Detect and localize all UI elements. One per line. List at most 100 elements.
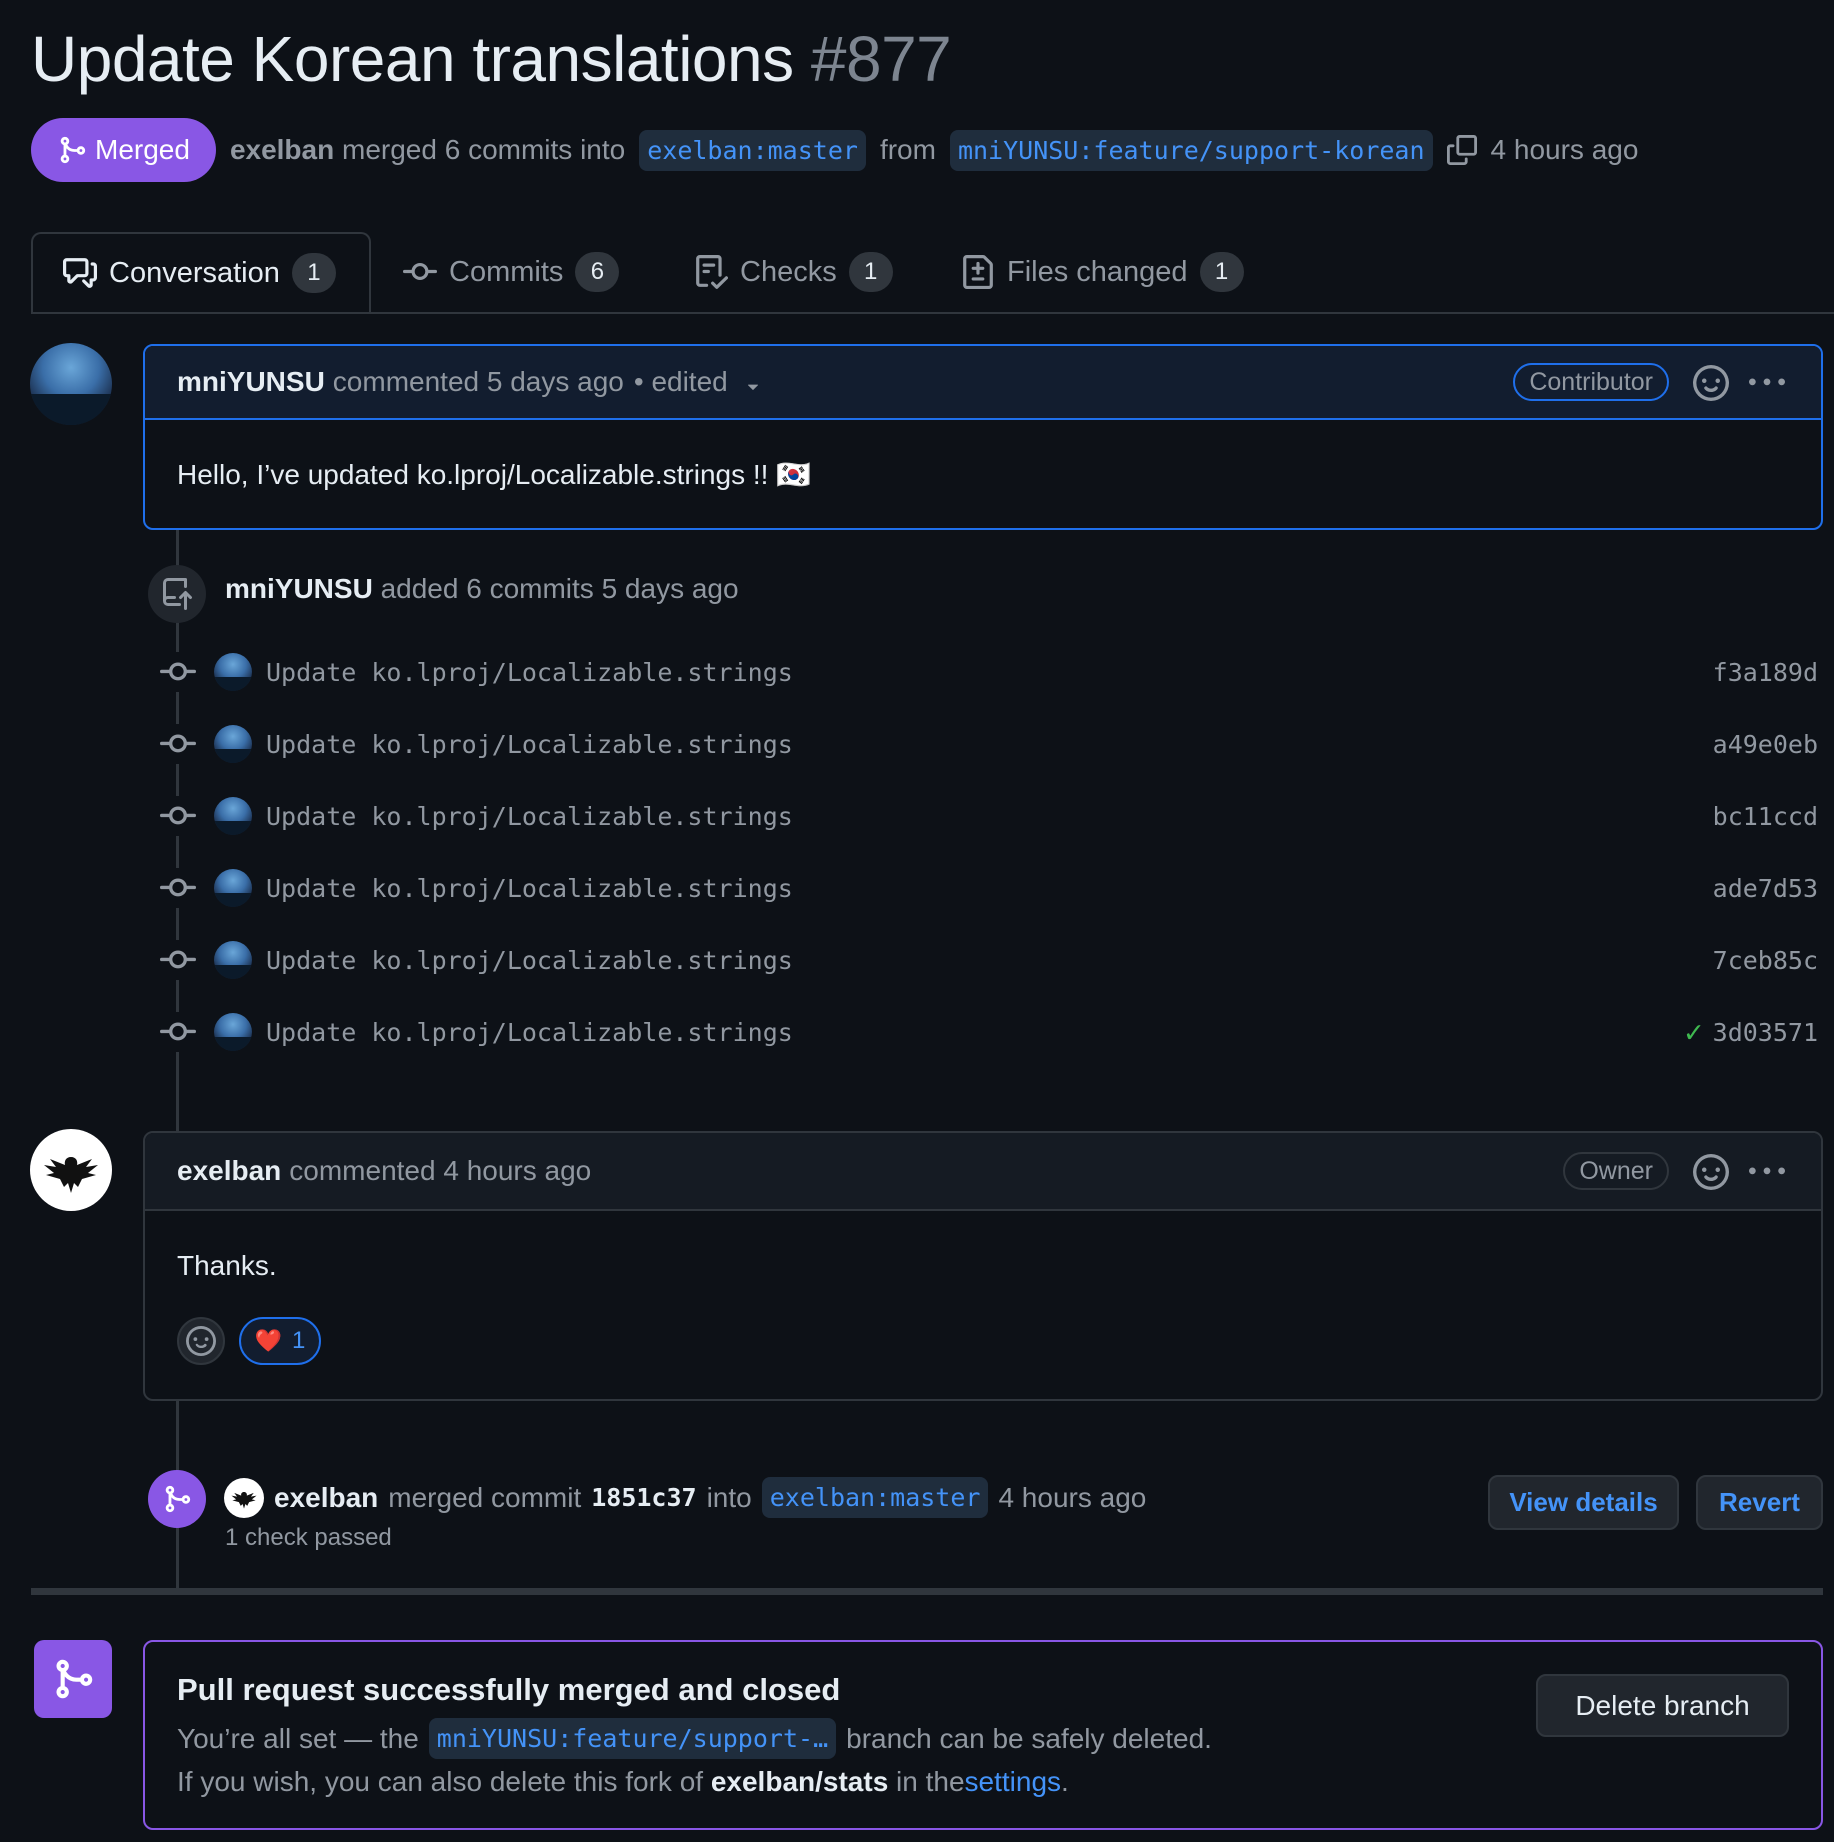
avatar[interactable] — [214, 941, 252, 979]
commit-sha-text[interactable]: f3a189d — [1713, 658, 1818, 687]
owner-badge: Owner — [1563, 1152, 1669, 1190]
commit-sha[interactable]: ✓ 3d03571 — [1685, 1015, 1818, 1050]
commit-row: Update ko.lproj/Localizable.strings bc11… — [158, 788, 1818, 844]
add-reaction-button[interactable] — [177, 1317, 225, 1365]
base-branch-chip[interactable]: exelban:master — [639, 129, 866, 171]
merged-box-line1: You’re all set — the mniYUNSU:feature/su… — [177, 1718, 1212, 1759]
heart-icon: ❤️ — [254, 1328, 283, 1353]
check-icon[interactable]: ✓ — [1685, 1015, 1703, 1050]
commit-sha-text[interactable]: bc11ccd — [1713, 802, 1818, 831]
git-commit-icon — [158, 1012, 198, 1052]
eagle-icon — [231, 1491, 257, 1509]
git-merge-icon — [60, 136, 86, 164]
tab-commits[interactable]: Commits 6 — [403, 232, 620, 312]
comment-discussion-icon — [63, 258, 97, 288]
commit-sha[interactable]: ade7d53 — [1703, 874, 1818, 903]
revert-button[interactable]: Revert — [1696, 1475, 1823, 1530]
timeline-divider — [31, 1588, 1823, 1595]
pr-number: #877 — [810, 23, 952, 95]
file-diff-icon — [963, 255, 993, 289]
merged-status-badge: Merged — [31, 118, 216, 182]
edited-label[interactable]: • edited — [634, 366, 728, 398]
copy-icon[interactable] — [1446, 135, 1477, 165]
commit-sha-text[interactable]: ade7d53 — [1713, 874, 1818, 903]
merge-target-branch[interactable]: exelban:master — [761, 1477, 989, 1518]
pr-title: Update Korean translations #877 — [31, 22, 952, 96]
tab-checks[interactable]: Checks 1 — [694, 232, 893, 312]
commit-sha-text[interactable]: 3d03571 — [1713, 1018, 1818, 1047]
comment-header: exelban commented 4 hours ago Owner — [145, 1133, 1821, 1211]
merge-time: 4 hours ago — [1490, 134, 1639, 165]
pr-tabs: Conversation 1 Commits 6 Checks 1 Files … — [31, 232, 1834, 314]
commit-sha[interactable]: bc11ccd — [1703, 802, 1818, 831]
kebab-horizontal-icon[interactable] — [1749, 365, 1785, 401]
tab-files-changed-label: Files changed — [1007, 255, 1188, 288]
deletable-branch-chip[interactable]: mniYUNSU:feature/support-… — [428, 1718, 837, 1759]
comment-owner: exelban commented 4 hours ago Owner Than… — [143, 1131, 1823, 1401]
commit-sha-text[interactable]: 7ceb85c — [1713, 946, 1818, 975]
tab-files-changed-count: 1 — [1199, 252, 1244, 292]
merge-event-time[interactable]: 4 hours ago — [998, 1482, 1146, 1514]
smiley-icon[interactable] — [1693, 1154, 1729, 1190]
checks-passed-text[interactable]: 1 check passed — [225, 1524, 392, 1552]
commit-message[interactable]: Update ko.lproj/Localizable.strings — [266, 1018, 793, 1047]
avatar[interactable] — [214, 725, 252, 763]
reaction-count: 1 — [292, 1327, 306, 1354]
comment-author[interactable]: exelban — [177, 1155, 281, 1187]
merged-box-line2: If you wish, you can also delete this fo… — [177, 1766, 1069, 1798]
comment-body: Thanks. — [177, 1250, 277, 1281]
commit-message[interactable]: Update ko.lproj/Localizable.strings — [266, 874, 793, 903]
commit-sha-text[interactable]: a49e0eb — [1713, 730, 1818, 759]
commit-message[interactable]: Update ko.lproj/Localizable.strings — [266, 946, 793, 975]
tab-conversation-label: Conversation — [109, 256, 280, 289]
view-details-button[interactable]: View details — [1488, 1475, 1679, 1530]
merged-box-line1-post: branch can be safely deleted. — [846, 1722, 1212, 1754]
tab-conversation-count: 1 — [291, 253, 336, 293]
merged-box-line1-pre: You’re all set — the — [177, 1722, 419, 1754]
contributor-badge: Contributor — [1513, 363, 1669, 401]
comment-header: mniYUNSU commented 5 days ago • edited C… — [145, 346, 1821, 420]
commit-message[interactable]: Update ko.lproj/Localizable.strings — [266, 658, 793, 687]
delete-branch-button[interactable]: Delete branch — [1536, 1674, 1789, 1737]
comment-meta[interactable]: commented 5 days ago — [333, 366, 624, 398]
git-commit-icon — [158, 652, 198, 692]
merge-event-author[interactable]: exelban — [274, 1482, 378, 1514]
commit-message[interactable]: Update ko.lproj/Localizable.strings — [266, 802, 793, 831]
merger-link[interactable]: exelban — [230, 134, 334, 165]
merged-box-line2-post: . — [1061, 1766, 1069, 1797]
commit-sha[interactable]: a49e0eb — [1703, 730, 1818, 759]
avatar[interactable] — [214, 797, 252, 835]
avatar[interactable] — [214, 653, 252, 691]
kebab-horizontal-icon[interactable] — [1749, 1154, 1785, 1190]
head-branch-chip[interactable]: mniYUNSU:feature/support-korean — [949, 129, 1433, 171]
comment-author[interactable]: mniYUNSU — [177, 366, 325, 398]
tab-commits-count: 6 — [575, 252, 620, 292]
heart-reaction-button[interactable]: ❤️ 1 — [239, 1317, 321, 1365]
comment-meta[interactable]: commented 4 hours ago — [289, 1155, 591, 1187]
commits-event-author[interactable]: mniYUNSU — [225, 573, 373, 604]
pr-header-meta: Merged exelban merged 6 commits into exe… — [31, 118, 1638, 182]
from-text: from — [879, 134, 936, 165]
merged-box-title: Pull request successfully merged and clo… — [177, 1672, 841, 1707]
commit-sha[interactable]: f3a189d — [1703, 658, 1818, 687]
avatar[interactable] — [214, 869, 252, 907]
avatar[interactable] — [224, 1477, 264, 1518]
tab-files-changed[interactable]: Files changed 1 — [961, 232, 1244, 312]
fork-repo-name: exelban/stats — [710, 1766, 889, 1797]
commits-event-text: mniYUNSU added 6 commits 5 days ago — [225, 573, 739, 605]
merged-status-label: Merged — [95, 134, 190, 165]
comment-body: Hello, I’ve updated ko.lproj/Localizable… — [177, 459, 812, 490]
chevron-down-icon[interactable] — [742, 375, 764, 397]
avatar[interactable] — [214, 1013, 252, 1051]
avatar[interactable] — [30, 1129, 112, 1211]
avatar[interactable] — [30, 343, 112, 425]
merge-commit-sha[interactable]: 1851c37 — [591, 1483, 696, 1512]
settings-link[interactable]: settings — [965, 1766, 1062, 1797]
commit-message[interactable]: Update ko.lproj/Localizable.strings — [266, 730, 793, 759]
commit-row: Update ko.lproj/Localizable.strings ✓ 3d0… — [158, 1004, 1818, 1060]
tab-checks-count: 1 — [848, 252, 893, 292]
smiley-icon[interactable] — [1693, 365, 1729, 401]
commit-sha[interactable]: 7ceb85c — [1703, 946, 1818, 975]
commit-row: Update ko.lproj/Localizable.strings 7ceb… — [158, 932, 1818, 988]
tab-conversation[interactable]: Conversation 1 — [31, 232, 371, 312]
